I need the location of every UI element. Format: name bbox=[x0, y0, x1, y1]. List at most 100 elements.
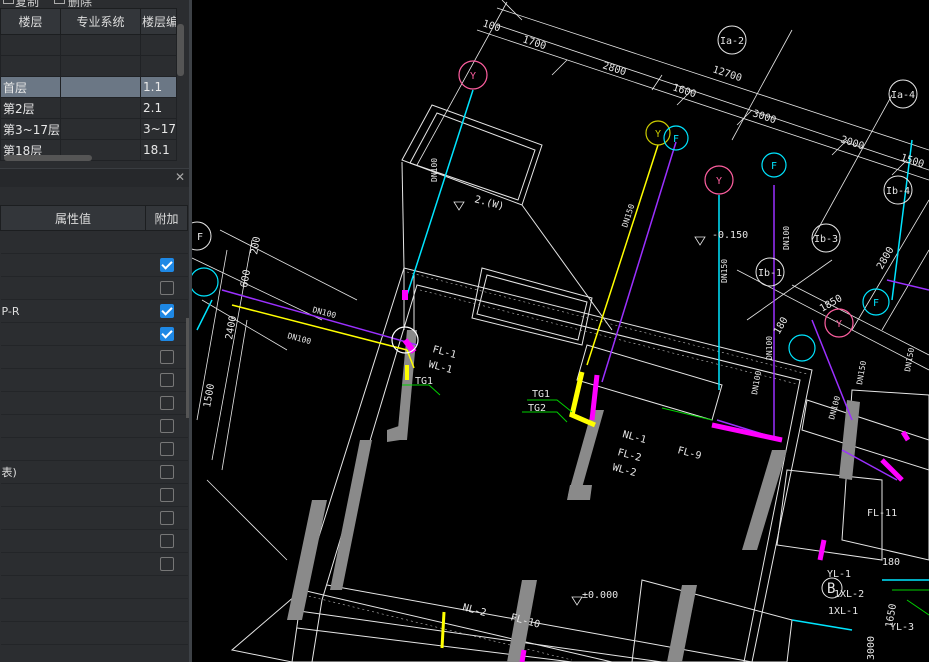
properties-table: 属性值 附加 P-R 表) bbox=[0, 205, 188, 662]
property-value[interactable] bbox=[0, 322, 146, 346]
attach-checkbox[interactable] bbox=[159, 373, 174, 387]
property-value[interactable] bbox=[0, 506, 146, 530]
floor-row[interactable]: 第2层 2.1 bbox=[0, 97, 177, 119]
property-value[interactable] bbox=[0, 414, 146, 438]
property-row[interactable] bbox=[0, 414, 188, 438]
properties-header[interactable]: 属性值 bbox=[0, 205, 146, 231]
attach-checkbox[interactable] bbox=[159, 281, 174, 295]
property-value[interactable] bbox=[0, 276, 146, 300]
attach-checkbox[interactable] bbox=[159, 396, 174, 410]
property-value[interactable] bbox=[0, 598, 146, 622]
property-row[interactable] bbox=[0, 621, 188, 645]
property-row[interactable] bbox=[0, 230, 188, 254]
cad-drawing-canvas[interactable]: Y Y F Y F Y F Ia-2 Ia-4 Ib-4 Ib-3 Ib-1 F… bbox=[192, 0, 929, 662]
copy-checkbox[interactable] bbox=[3, 0, 14, 4]
property-row[interactable] bbox=[0, 276, 188, 300]
property-value[interactable]: 表) bbox=[0, 460, 146, 484]
svg-text:DN150: DN150 bbox=[620, 203, 636, 229]
svg-text:B: B bbox=[827, 581, 835, 597]
attach-checkbox[interactable] bbox=[159, 534, 174, 548]
floor-cell-floor[interactable] bbox=[0, 55, 61, 77]
floor-cell-floor[interactable]: 首层 bbox=[0, 76, 61, 98]
attach-checkbox[interactable] bbox=[159, 304, 174, 318]
floor-cell-num[interactable]: 3~17 bbox=[140, 118, 177, 140]
property-value[interactable] bbox=[0, 621, 146, 645]
svg-text:180: 180 bbox=[772, 315, 791, 336]
property-extra bbox=[145, 437, 188, 461]
svg-text:2000: 2000 bbox=[839, 134, 865, 152]
floor-row[interactable]: 第3~17层 3~17 bbox=[0, 118, 177, 140]
floor-cell-num[interactable]: 2.1 bbox=[140, 97, 177, 119]
delete-label[interactable]: 删除 bbox=[68, 0, 92, 7]
floor-cell-num[interactable] bbox=[140, 34, 177, 56]
property-row[interactable]: P-R bbox=[0, 299, 188, 323]
property-row[interactable] bbox=[0, 552, 188, 576]
property-row[interactable] bbox=[0, 483, 188, 507]
property-row[interactable]: 表) bbox=[0, 460, 188, 484]
property-row[interactable] bbox=[0, 391, 188, 415]
property-extra bbox=[145, 506, 188, 530]
property-value[interactable] bbox=[0, 644, 146, 662]
floor-row[interactable]: 首层 1.1 bbox=[0, 76, 177, 98]
property-value[interactable] bbox=[0, 552, 146, 576]
property-row[interactable] bbox=[0, 644, 188, 662]
property-row[interactable] bbox=[0, 598, 188, 622]
property-row[interactable] bbox=[0, 368, 188, 392]
property-row[interactable] bbox=[0, 345, 188, 369]
attach-checkbox[interactable] bbox=[159, 350, 174, 364]
floor-cell-system[interactable] bbox=[60, 118, 141, 140]
floor-cell-num[interactable]: 18.1 bbox=[140, 139, 177, 161]
copy-label[interactable]: 复制 bbox=[15, 0, 39, 7]
property-value[interactable] bbox=[0, 391, 146, 415]
floor-cell-num[interactable] bbox=[140, 55, 177, 77]
svg-text:DN100: DN100 bbox=[765, 336, 774, 360]
floor-table-header[interactable]: 楼层编 bbox=[140, 8, 177, 35]
property-row[interactable] bbox=[0, 253, 188, 277]
delete-checkbox[interactable] bbox=[54, 0, 65, 4]
property-value[interactable] bbox=[0, 253, 146, 277]
property-value[interactable] bbox=[0, 575, 146, 599]
property-extra bbox=[145, 598, 188, 622]
svg-text:-0.150: -0.150 bbox=[712, 230, 748, 241]
property-value[interactable] bbox=[0, 368, 146, 392]
close-icon[interactable]: ✕ bbox=[175, 170, 185, 184]
attach-checkbox[interactable] bbox=[159, 419, 174, 433]
floor-table-scrollbar[interactable] bbox=[177, 24, 184, 76]
cad-drawing[interactable]: Y Y F Y F Y F Ia-2 Ia-4 Ib-4 Ib-3 Ib-1 F… bbox=[192, 0, 929, 662]
attach-checkbox[interactable] bbox=[159, 258, 174, 272]
property-value[interactable]: P-R bbox=[0, 299, 146, 323]
properties-header[interactable]: 附加 bbox=[145, 205, 188, 231]
property-row[interactable] bbox=[0, 506, 188, 530]
floor-cell-system[interactable] bbox=[60, 55, 141, 77]
attach-checkbox[interactable] bbox=[159, 442, 174, 456]
property-value[interactable] bbox=[0, 483, 146, 507]
floor-cell-floor[interactable] bbox=[0, 34, 61, 56]
property-row[interactable] bbox=[0, 437, 188, 461]
svg-text:DN100: DN100 bbox=[286, 331, 312, 346]
floor-table-header[interactable]: 专业系统 bbox=[60, 8, 141, 35]
attach-checkbox[interactable] bbox=[159, 557, 174, 571]
riser-symbol bbox=[192, 267, 219, 297]
attach-checkbox[interactable] bbox=[159, 465, 174, 479]
attach-checkbox[interactable] bbox=[159, 511, 174, 525]
property-extra bbox=[145, 368, 188, 392]
property-row[interactable] bbox=[0, 529, 188, 553]
attach-checkbox[interactable] bbox=[159, 327, 174, 341]
attach-checkbox[interactable] bbox=[159, 488, 174, 502]
floor-cell-num[interactable]: 1.1 bbox=[140, 76, 177, 98]
floor-table-header[interactable]: 楼层 bbox=[0, 8, 61, 35]
floor-row[interactable] bbox=[0, 34, 177, 56]
floor-cell-system[interactable] bbox=[60, 97, 141, 119]
property-value[interactable] bbox=[0, 437, 146, 461]
property-value[interactable] bbox=[0, 529, 146, 553]
floor-cell-system[interactable] bbox=[60, 76, 141, 98]
floor-cell-system[interactable] bbox=[60, 34, 141, 56]
property-row[interactable] bbox=[0, 575, 188, 599]
property-value[interactable] bbox=[0, 230, 146, 254]
floor-cell-floor[interactable]: 第3~17层 bbox=[0, 118, 61, 140]
property-row[interactable] bbox=[0, 322, 188, 346]
floor-cell-floor[interactable]: 第2层 bbox=[0, 97, 61, 119]
floor-row[interactable] bbox=[0, 55, 177, 77]
property-value[interactable] bbox=[0, 345, 146, 369]
floor-table-hscrollbar[interactable] bbox=[4, 155, 92, 161]
